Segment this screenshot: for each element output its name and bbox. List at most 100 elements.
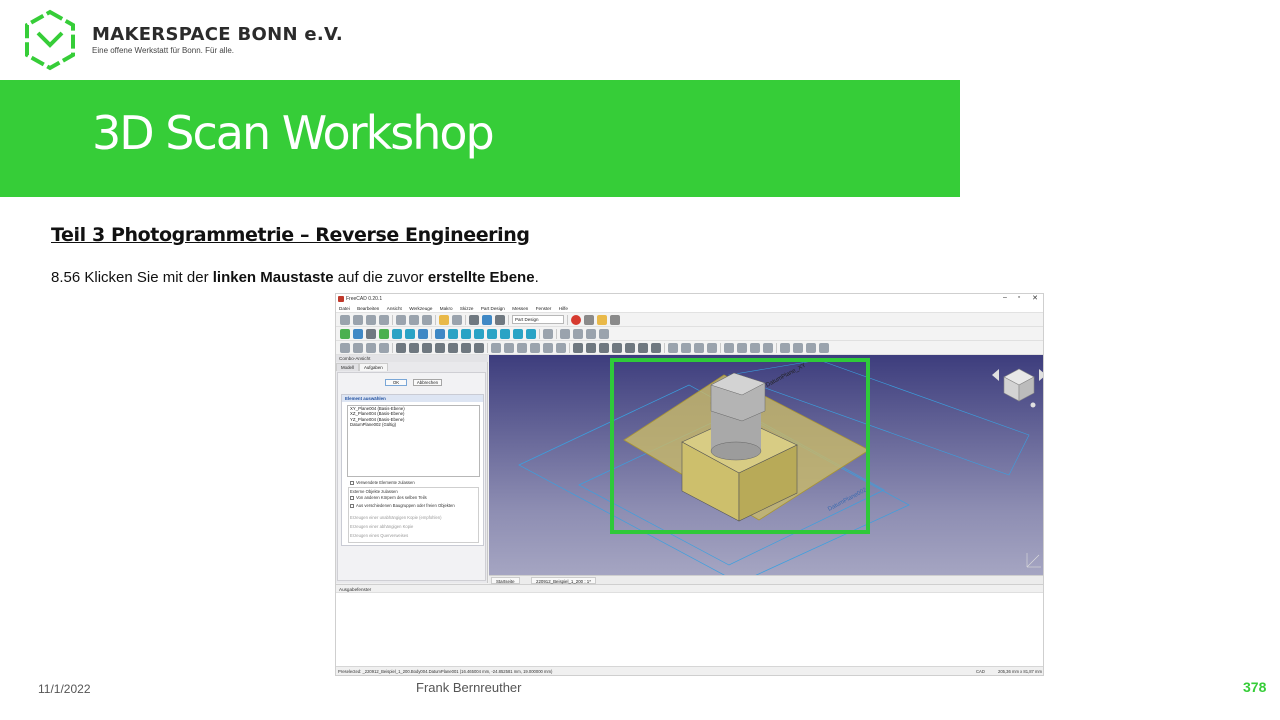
- undo-icon[interactable]: [439, 314, 449, 325]
- recompute-icon[interactable]: [482, 314, 492, 325]
- check-geometry-icon[interactable]: [379, 342, 389, 353]
- paste-icon[interactable]: [422, 314, 432, 325]
- nav-arrow-right-icon[interactable]: [1039, 369, 1044, 381]
- subtractive-primitive-icon[interactable]: [651, 342, 661, 353]
- shaft-design-icon[interactable]: [819, 342, 829, 353]
- local-cs-icon[interactable]: [435, 342, 445, 353]
- print-icon[interactable]: [379, 314, 389, 325]
- checkbox-box[interactable]: [350, 503, 354, 508]
- whats-this-icon[interactable]: [495, 314, 505, 325]
- checkbox-box[interactable]: [350, 480, 354, 485]
- mirrored-icon[interactable]: [668, 342, 678, 353]
- ok-button[interactable]: OK: [385, 379, 407, 386]
- sprocket-icon[interactable]: [793, 342, 803, 353]
- view-bottom-icon[interactable]: [513, 328, 523, 339]
- view-isometric-icon[interactable]: [448, 328, 458, 339]
- subshape-binder-icon[interactable]: [461, 342, 471, 353]
- list-item[interactable]: DatumPlane002 (Gültig): [348, 422, 479, 427]
- fit-selection-icon[interactable]: [353, 328, 363, 339]
- create-sketch-icon[interactable]: [353, 342, 363, 353]
- subtractive-pipe-icon[interactable]: [625, 342, 635, 353]
- multi-transform-icon[interactable]: [707, 342, 717, 353]
- hole-icon[interactable]: [586, 342, 596, 353]
- thickness-icon[interactable]: [763, 342, 773, 353]
- navigation-style-selector[interactable]: CAD: [976, 669, 985, 674]
- create-body-icon[interactable]: [340, 342, 350, 353]
- part-icon[interactable]: [560, 328, 570, 339]
- nav-arrow-left-icon[interactable]: [992, 369, 999, 381]
- group-icon[interactable]: [573, 328, 583, 339]
- back-icon[interactable]: [392, 328, 402, 339]
- pocket-icon[interactable]: [573, 342, 583, 353]
- record-macro-icon[interactable]: [571, 314, 581, 325]
- tab-document[interactable]: 220912_Beispiel_1_200 : 1*: [531, 577, 596, 584]
- datum-point-icon[interactable]: [396, 342, 406, 353]
- nav-menu-icon[interactable]: [1030, 402, 1036, 408]
- additive-primitive-icon[interactable]: [556, 342, 566, 353]
- menu-hilfe[interactable]: Hilfe: [556, 305, 571, 311]
- pad-icon[interactable]: [491, 342, 501, 353]
- stop-macro-icon[interactable]: [584, 314, 594, 325]
- 3d-scene[interactable]: DatumPlane_XY DatumPlane002: [489, 355, 1044, 575]
- cut-icon[interactable]: [396, 314, 406, 325]
- loft-icon[interactable]: [517, 342, 527, 353]
- menu-ansicht[interactable]: Ansicht: [384, 305, 405, 311]
- menu-datei[interactable]: Datei: [336, 305, 353, 311]
- allow-used-checkbox[interactable]: Verwendete Elemente zulassen: [346, 480, 415, 486]
- polar-pattern-icon[interactable]: [694, 342, 704, 353]
- refresh-icon[interactable]: [469, 314, 479, 325]
- menu-bearbeiten[interactable]: Bearbeiten: [354, 305, 382, 311]
- navigation-cube-icon[interactable]: [992, 368, 1044, 408]
- menu-werkzeuge[interactable]: Werkzeuge: [406, 305, 435, 311]
- cancel-button[interactable]: Abbrechen: [413, 379, 442, 386]
- helix-icon[interactable]: [543, 342, 553, 353]
- subtractive-helix-icon[interactable]: [638, 342, 648, 353]
- new-file-icon[interactable]: [340, 314, 350, 325]
- make-link-icon[interactable]: [586, 328, 596, 339]
- bounding-box-icon[interactable]: [379, 328, 389, 339]
- minimize-button[interactable]: –: [999, 294, 1011, 301]
- measure-icon[interactable]: [543, 328, 553, 339]
- link-icon[interactable]: [418, 328, 428, 339]
- edit-macro-icon[interactable]: [597, 314, 607, 325]
- menu-messen[interactable]: Messen: [509, 305, 531, 311]
- close-button[interactable]: ✕: [1029, 294, 1041, 302]
- open-file-icon[interactable]: [353, 314, 363, 325]
- linear-pattern-icon[interactable]: [681, 342, 691, 353]
- tab-startseite[interactable]: Startseite: [491, 577, 520, 584]
- forward-icon[interactable]: [405, 328, 415, 339]
- view-right-icon[interactable]: [487, 328, 497, 339]
- fit-all-icon[interactable]: [340, 328, 350, 339]
- boolean-icon[interactable]: [780, 342, 790, 353]
- zoom-icon[interactable]: [435, 328, 445, 339]
- datum-plane-icon[interactable]: [422, 342, 432, 353]
- menu-fenster[interactable]: Fenster: [533, 305, 555, 311]
- view-rear-icon[interactable]: [500, 328, 510, 339]
- validate-sketch-icon[interactable]: [366, 342, 376, 353]
- draw-style-icon[interactable]: [366, 328, 376, 339]
- draft-icon[interactable]: [750, 342, 760, 353]
- tab-modell[interactable]: Modell: [336, 363, 359, 371]
- cross-reference-radio[interactable]: Erzeugen eines Querverweises: [346, 533, 408, 539]
- other-bodies-checkbox[interactable]: Von anderen Körpern des selben Teils: [346, 495, 427, 501]
- tab-aufgaben[interactable]: Aufgaben: [358, 363, 388, 371]
- datum-line-icon[interactable]: [409, 342, 419, 353]
- clone-icon[interactable]: [474, 342, 484, 353]
- involute-gear-icon[interactable]: [806, 342, 816, 353]
- workbench-selector[interactable]: Part Design: [512, 315, 564, 324]
- pipe-icon[interactable]: [530, 342, 540, 353]
- independent-copy-radio[interactable]: Erzeugen einer unabhängigen Kopie (empfo…: [346, 515, 442, 521]
- menu-makro[interactable]: Makro: [437, 305, 456, 311]
- copy-icon[interactable]: [409, 314, 419, 325]
- revolution-icon[interactable]: [504, 342, 514, 353]
- chamfer-icon[interactable]: [737, 342, 747, 353]
- view-top-icon[interactable]: [474, 328, 484, 339]
- maximize-button[interactable]: ▫: [1013, 294, 1025, 301]
- save-icon[interactable]: [366, 314, 376, 325]
- dependent-copy-radio[interactable]: Erzeugen einer abhängigen Kopie: [346, 524, 413, 530]
- subtractive-loft-icon[interactable]: [612, 342, 622, 353]
- other-parts-checkbox[interactable]: Aus verschiedenen Baugruppen oder freien…: [346, 503, 455, 509]
- link-actions-icon[interactable]: [599, 328, 609, 339]
- checkbox-box[interactable]: [350, 495, 354, 500]
- run-macro-icon[interactable]: [610, 314, 620, 325]
